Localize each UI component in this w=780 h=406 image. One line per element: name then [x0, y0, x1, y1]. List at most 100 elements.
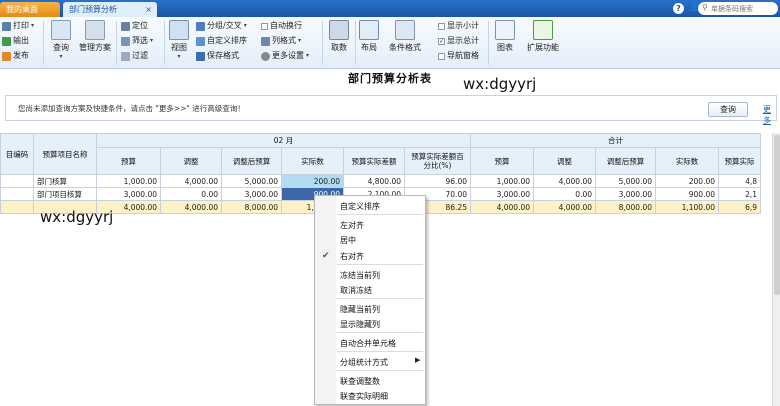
header-name[interactable]: 预算项目名称	[33, 133, 97, 175]
cell-value[interactable]: 200.00	[655, 174, 719, 188]
query-button[interactable]: 查询	[708, 102, 748, 117]
col-format-button[interactable]: 列格式 ▾	[261, 36, 301, 46]
menu-item-align-right[interactable]: 右对齐	[340, 251, 364, 262]
header-sub[interactable]: 预算	[470, 147, 534, 175]
nav-window-checkbox[interactable]: 导航窗格	[438, 51, 479, 61]
menu-item-align-center[interactable]: 居中	[340, 235, 356, 246]
more-settings-button[interactable]: 更多设置 ▾	[261, 51, 309, 61]
export-button[interactable]: 输出	[2, 36, 29, 46]
header-sub[interactable]: 调整后预算	[221, 147, 282, 175]
watermark: wx:dgyyrj	[40, 208, 114, 226]
header-sub[interactable]: 预算实际	[718, 147, 761, 175]
save-icon	[196, 51, 205, 61]
cell-value[interactable]: 4,000.00	[470, 200, 534, 214]
group-cross-button[interactable]: 分组/交叉 ▾	[196, 21, 247, 31]
ribbon-toolbar: 打印 ▾ 输出 发布 查询 ▾ 管理方案 定位 筛选 ▾ 过滤 视图 ▾ 分组/交叉 ▾ …	[0, 17, 780, 69]
cell-value[interactable]: 3,000.00	[470, 187, 534, 201]
cell-value[interactable]: 200.00	[281, 174, 344, 188]
vertical-scrollbar[interactable]	[772, 133, 780, 406]
query-button[interactable]: 查询 ▾	[48, 20, 74, 60]
cell-value[interactable]: 0.00	[160, 187, 222, 201]
cell-value[interactable]: 3,000.00	[96, 187, 161, 201]
scrollbar-thumb[interactable]	[774, 135, 780, 295]
menu-divider	[337, 370, 423, 371]
report-title: 部门预算分析表	[348, 72, 432, 85]
header-code[interactable]: 目编码	[0, 133, 34, 175]
filter-button[interactable]: 筛选 ▾	[121, 36, 153, 46]
manage-scheme-button[interactable]: 管理方案	[76, 20, 114, 53]
header-total[interactable]: 合计	[470, 133, 761, 148]
cell-value[interactable]: 1,000.00	[96, 174, 161, 188]
cell-value[interactable]: 4,800.00	[343, 174, 405, 188]
filter2-button[interactable]: 过滤	[121, 51, 148, 61]
search-icon[interactable]: ⚲	[702, 3, 708, 12]
header-sub[interactable]: 预算	[96, 147, 161, 175]
cell-value[interactable]: 5,000.00	[221, 174, 282, 188]
cell-value[interactable]: 6,9	[718, 200, 761, 214]
cell-value[interactable]: 4,000.00	[160, 174, 222, 188]
cell-value[interactable]: 4,000.00	[533, 200, 596, 214]
show-total-checkbox[interactable]: ✓ 显示总计	[438, 36, 479, 46]
menu-item-custom-sort[interactable]: 自定义排序	[340, 201, 380, 212]
close-icon[interactable]: ×	[145, 2, 152, 17]
cell-value[interactable]: 1,100.00	[655, 200, 719, 214]
locate-button[interactable]: 定位	[121, 21, 148, 31]
cell-value[interactable]: 2,1	[718, 187, 761, 201]
chart-button[interactable]: 图表	[493, 20, 517, 53]
cell-name[interactable]: 部门核算	[33, 174, 97, 188]
tab-department-budget[interactable]: 部门预算分析 ×	[63, 2, 157, 17]
cell-value[interactable]: 900.00	[655, 187, 719, 201]
cell-value[interactable]: 8,000.00	[595, 200, 656, 214]
cell-value[interactable]: 4,000.00	[533, 174, 596, 188]
cell-code[interactable]	[0, 200, 34, 214]
header-sub[interactable]: 预算实际差额百分比(%)	[404, 147, 471, 175]
cell-value[interactable]: 4,000.00	[160, 200, 222, 214]
save-format-button[interactable]: 保存格式	[196, 51, 239, 61]
publish-button[interactable]: 发布	[2, 51, 29, 61]
chart-label: 图表	[497, 43, 513, 52]
header-sub[interactable]: 实际数	[281, 147, 344, 175]
cell-value[interactable]: 96.00	[404, 174, 471, 188]
menu-divider	[337, 298, 423, 299]
custom-sort-button[interactable]: 自定义排序	[196, 36, 247, 46]
header-sub[interactable]: 调整后预算	[595, 147, 656, 175]
search-input[interactable]	[711, 3, 775, 14]
header-sub[interactable]: 实际数	[655, 147, 719, 175]
layout-button[interactable]: 布局	[357, 20, 381, 53]
header-sub[interactable]: 预算实际差额	[343, 147, 405, 175]
cell-value[interactable]: 3,000.00	[221, 187, 282, 201]
menu-item-group-stat[interactable]: 分组统计方式	[340, 357, 388, 368]
cell-value[interactable]: 4,8	[718, 174, 761, 188]
show-subtotal-checkbox[interactable]: 显示小计	[438, 21, 479, 31]
menu-item-unfreeze[interactable]: 取消冻结	[340, 285, 372, 296]
help-icon[interactable]: ?	[673, 3, 684, 14]
cell-code[interactable]	[0, 187, 34, 201]
menu-item-align-left[interactable]: 左对齐	[340, 220, 364, 231]
divider	[43, 21, 44, 65]
autowrap-checkbox[interactable]: 自动换行	[261, 21, 302, 31]
print-button[interactable]: 打印 ▾	[2, 21, 34, 31]
menu-item-hide-column[interactable]: 隐藏当前列	[340, 304, 380, 315]
extend-button[interactable]: 扩展功能	[524, 20, 562, 53]
cell-name[interactable]: 部门项目核算	[33, 187, 97, 201]
cell-value[interactable]: 0.00	[533, 187, 596, 201]
cell-code[interactable]	[0, 174, 34, 188]
cell-value[interactable]: 1,000.00	[470, 174, 534, 188]
menu-item-freeze[interactable]: 冻结当前列	[340, 270, 380, 281]
menu-item-auto-merge[interactable]: 自动合并单元格	[340, 338, 396, 349]
menu-item-fetch-adjust[interactable]: 联查调整数	[340, 376, 380, 387]
menu-item-show-hidden[interactable]: 显示隐藏列	[340, 319, 380, 330]
header-sub[interactable]: 调整	[160, 147, 222, 175]
cell-value[interactable]: 3,000.00	[595, 187, 656, 201]
cell-value[interactable]: 5,000.00	[595, 174, 656, 188]
menu-item-fetch-actual[interactable]: 联查实际明细	[340, 391, 388, 402]
table-row[interactable]: 部门核算 1,000.00 4,000.00 5,000.00 200.00 4,800.…	[0, 174, 761, 188]
tab-my-desktop[interactable]: 我的桌面	[0, 2, 60, 17]
view-button[interactable]: 视图 ▾	[168, 20, 190, 60]
more-link[interactable]: 更多	[763, 104, 776, 126]
header-month[interactable]: 02 月	[96, 133, 471, 148]
refresh-button[interactable]: 取数	[326, 20, 352, 53]
cond-format-button[interactable]: 条件格式	[386, 20, 424, 53]
header-sub[interactable]: 调整	[533, 147, 596, 175]
cell-value[interactable]: 8,000.00	[221, 200, 282, 214]
